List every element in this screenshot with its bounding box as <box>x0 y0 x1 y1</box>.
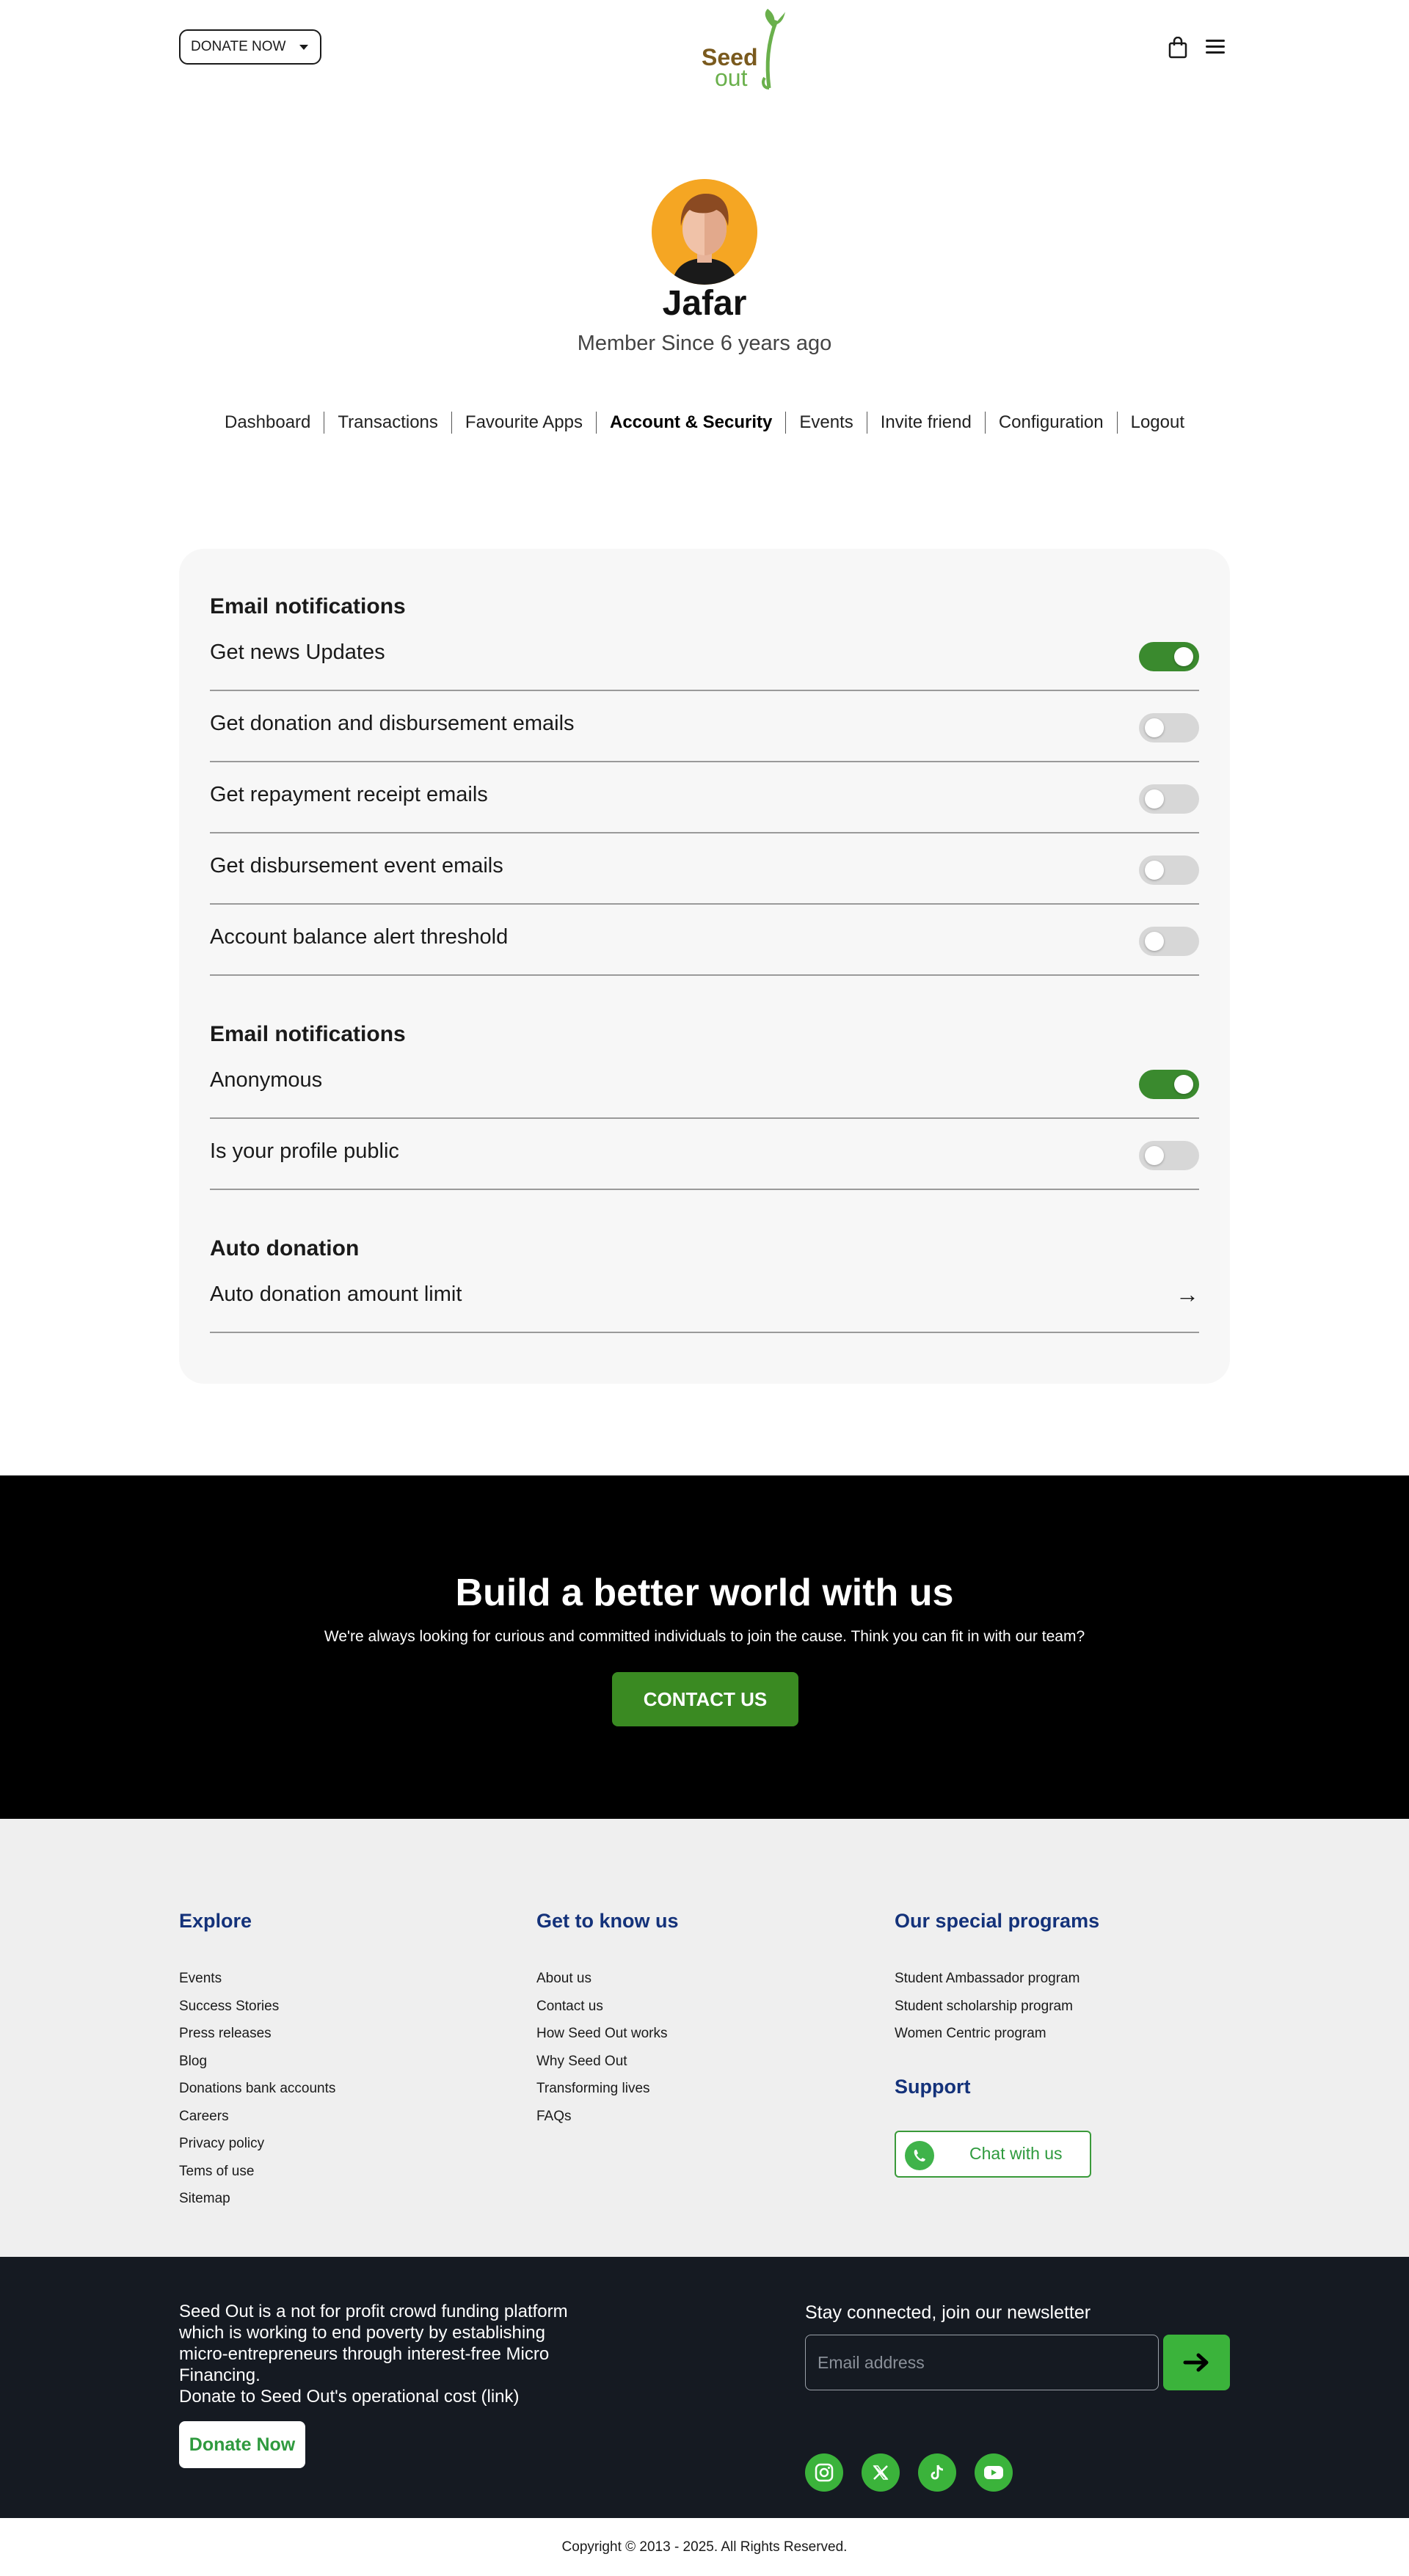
section-title-email-notifications-2: Email notifications <box>210 1022 406 1046</box>
setting-row-repayment-emails: Get repayment receipt emails <box>210 762 1199 833</box>
user-avatar-icon <box>652 179 757 285</box>
footer-link[interactable]: Careers <box>179 2103 335 2131</box>
caret-down-icon <box>299 45 308 50</box>
donate-now-label: DONATE NOW <box>191 39 286 54</box>
nav-dashboard[interactable]: Dashboard <box>211 412 324 433</box>
member-since-text: Member Since 6 years ago <box>577 332 832 355</box>
chat-with-us-label: Chat with us <box>969 2144 1063 2163</box>
arrow-right-icon <box>1183 2353 1208 2372</box>
footer-link[interactable]: Why Seed Out <box>536 2048 679 2076</box>
setting-row-anonymous: Anonymous <box>210 1048 1199 1119</box>
footer-link[interactable]: Contact us <box>536 1993 679 2021</box>
about-text: Seed Out is a not for profit crowd fundi… <box>179 2301 605 2407</box>
youtube-icon[interactable] <box>975 2453 1013 2492</box>
about-line: micro-entrepreneurs through interest-fre… <box>179 2344 550 2364</box>
cta-text: We're always looking for curious and com… <box>324 1628 1085 1645</box>
avatar <box>652 179 757 285</box>
about-line: which is working to end poverty by estab… <box>179 2323 545 2343</box>
setting-row-auto-donation-limit[interactable]: Auto donation amount limit → <box>210 1262 1199 1333</box>
setting-label: Get repayment receipt emails <box>210 783 488 806</box>
footer-links: Explore Events Success Stories Press rel… <box>0 1819 1409 2257</box>
nav-favourite-apps[interactable]: Favourite Apps <box>452 412 596 433</box>
footer-link[interactable]: Student Ambassador program <box>895 1965 1099 1993</box>
footer-link[interactable]: Student scholarship program <box>895 1993 1099 2021</box>
nav-configuration[interactable]: Configuration <box>986 412 1117 433</box>
nav-events[interactable]: Events <box>786 412 866 433</box>
newsletter-email-input[interactable] <box>805 2335 1159 2390</box>
toggle-profile-public[interactable] <box>1139 1141 1199 1170</box>
donate-now-dropdown[interactable]: DONATE NOW <box>179 29 321 65</box>
setting-label: Account balance alert threshold <box>210 925 509 949</box>
contact-us-button[interactable]: CONTACT US <box>612 1672 798 1726</box>
newsletter-title: Stay connected, join our newsletter <box>805 2302 1091 2323</box>
footer-link[interactable]: Privacy policy <box>179 2130 335 2158</box>
setting-row-disbursement-emails: Get disbursement event emails <box>210 833 1199 905</box>
arrow-right-icon[interactable]: → <box>1176 1281 1199 1308</box>
hamburger-menu-icon[interactable] <box>1206 40 1225 54</box>
footer-col-get-to-know-us: Get to know us About us Contact us How S… <box>536 1910 679 2130</box>
account-nav: Dashboard Transactions Favourite Apps Ac… <box>179 412 1230 434</box>
footer-dark: Seed Out is a not for profit crowd fundi… <box>0 2257 1409 2518</box>
setting-label: Get donation and disbursement emails <box>210 712 575 735</box>
footer-link[interactable]: Events <box>179 1965 335 1993</box>
toggle-donation-emails[interactable] <box>1139 713 1199 742</box>
seed-out-logo[interactable]: Seed out <box>697 6 785 91</box>
footer-link[interactable]: Transforming lives <box>536 2075 679 2103</box>
about-line: Seed Out is a not for profit crowd fundi… <box>179 2302 568 2321</box>
footer-link[interactable]: FAQs <box>536 2103 679 2131</box>
nav-logout[interactable]: Logout <box>1118 412 1198 433</box>
footer-link[interactable]: About us <box>536 1965 679 1993</box>
toggle-anonymous[interactable] <box>1139 1070 1199 1099</box>
footer-col-explore: Explore Events Success Stories Press rel… <box>179 1910 335 2213</box>
footer-col-special-programs: Our special programs Student Ambassador … <box>895 1910 1099 2048</box>
toggle-balance-alert[interactable] <box>1139 927 1199 956</box>
footer-link[interactable]: Tems of use <box>179 2158 335 2186</box>
profile-name: Jafar <box>662 284 747 323</box>
nav-account-security[interactable]: Account & Security <box>597 412 785 433</box>
footer-col-title: Explore <box>179 1910 252 1932</box>
footer-link[interactable]: Blog <box>179 2048 335 2076</box>
footer-link[interactable]: Press releases <box>179 2020 335 2048</box>
setting-label: Get news Updates <box>210 641 385 664</box>
operational-cost-link[interactable]: Donate to Seed Out's operational cost (l… <box>179 2386 605 2407</box>
setting-label: Auto donation amount limit <box>210 1282 462 1306</box>
tiktok-icon[interactable] <box>918 2453 956 2492</box>
footer-col-title: Our special programs <box>895 1910 1100 1932</box>
setting-label: Is your profile public <box>210 1139 399 1163</box>
nav-invite-friend[interactable]: Invite friend <box>867 412 985 433</box>
setting-label: Anonymous <box>210 1068 323 1092</box>
setting-row-news-updates: Get news Updates <box>210 620 1199 691</box>
section-title-email-notifications: Email notifications <box>210 594 406 619</box>
toggle-disbursement-emails[interactable] <box>1139 855 1199 885</box>
instagram-icon[interactable] <box>805 2453 843 2492</box>
newsletter-submit-button[interactable] <box>1163 2335 1230 2390</box>
toggle-news-updates[interactable] <box>1139 642 1199 671</box>
copyright: Copyright © 2013 - 2025. All Rights Rese… <box>561 2539 848 2555</box>
whatsapp-icon <box>905 2141 934 2170</box>
setting-row-profile-public: Is your profile public <box>210 1119 1199 1190</box>
footer-col-title: Get to know us <box>536 1910 679 1932</box>
setting-row-donation-emails: Get donation and disbursement emails <box>210 691 1199 762</box>
chat-with-us-button[interactable]: Chat with us <box>895 2131 1091 2178</box>
footer-donate-now-button[interactable]: Donate Now <box>179 2421 305 2468</box>
about-line: Financing. <box>179 2365 261 2385</box>
section-title-auto-donation: Auto donation <box>210 1236 360 1260</box>
x-twitter-icon[interactable] <box>862 2453 900 2492</box>
setting-label: Get disbursement event emails <box>210 854 503 877</box>
cta-section: Build a better world with us We're alway… <box>0 1475 1409 1819</box>
logo-text-out: out <box>715 65 748 91</box>
footer-link[interactable]: Donations bank accounts <box>179 2075 335 2103</box>
footer-link[interactable]: How Seed Out works <box>536 2020 679 2048</box>
setting-row-balance-alert: Account balance alert threshold <box>210 905 1199 976</box>
settings-card: Email notifications Get news Updates Get… <box>179 549 1230 1384</box>
footer-link[interactable]: Sitemap <box>179 2185 335 2213</box>
support-title: Support <box>895 2076 971 2098</box>
toggle-repayment-emails[interactable] <box>1139 784 1199 814</box>
footer-link[interactable]: Success Stories <box>179 1993 335 2021</box>
nav-transactions[interactable]: Transactions <box>324 412 451 433</box>
cta-title: Build a better world with us <box>455 1572 954 1614</box>
footer-link[interactable]: Women Centric program <box>895 2020 1099 2048</box>
shopping-bag-icon[interactable] <box>1168 37 1187 59</box>
site-header: DONATE NOW Seed out <box>0 0 1409 95</box>
